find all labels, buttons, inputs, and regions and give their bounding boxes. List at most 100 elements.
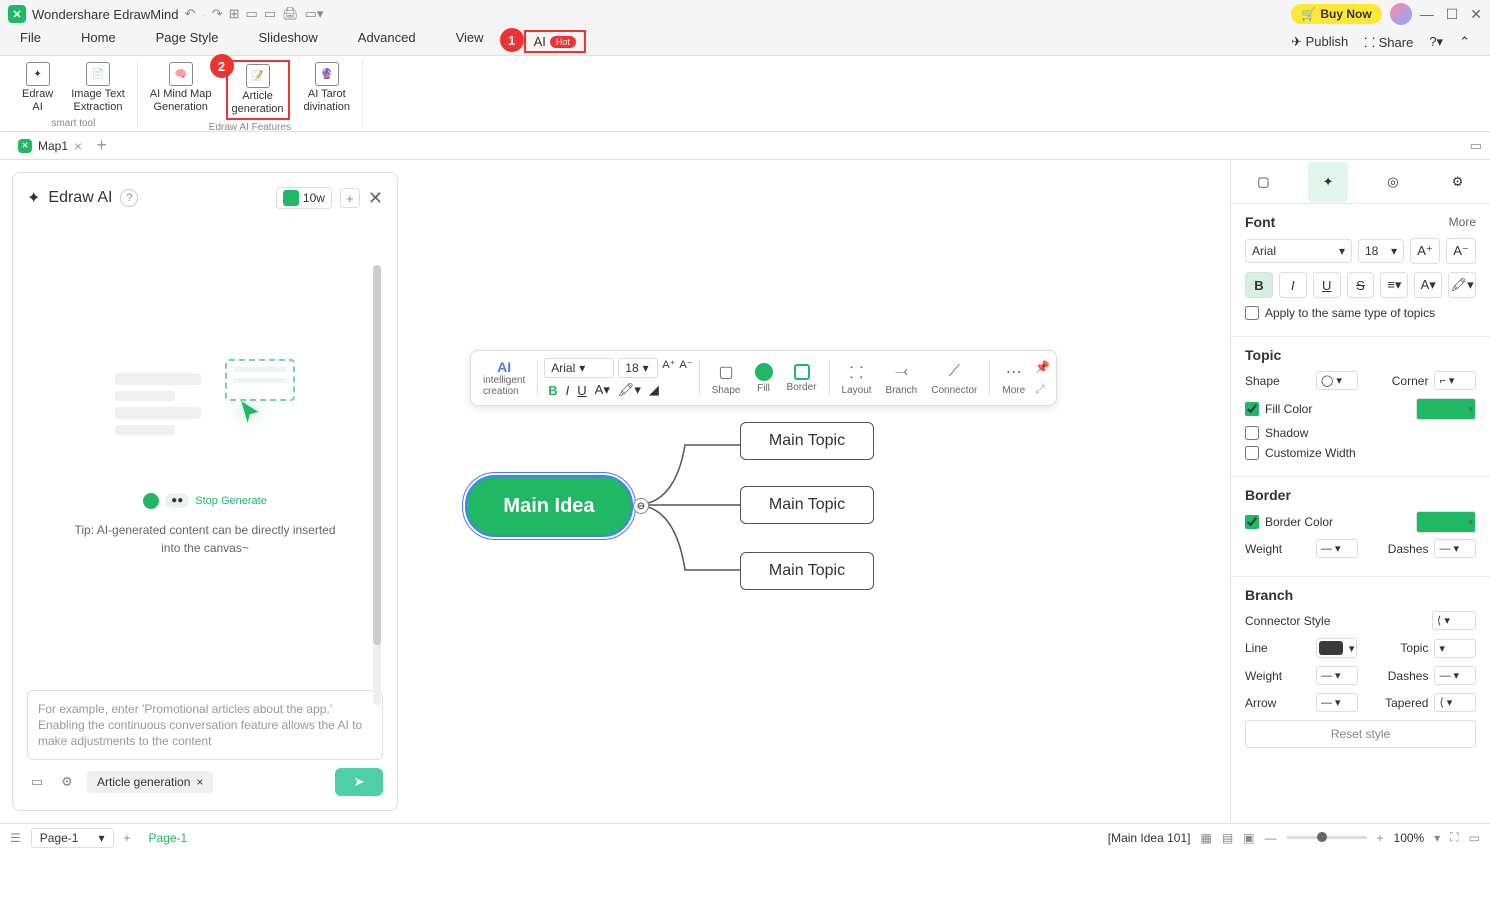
ai-mode-tag[interactable]: Article generation× bbox=[87, 771, 213, 793]
qi2-icon[interactable]: ▭ bbox=[246, 6, 258, 22]
reset-style-button[interactable]: Reset style bbox=[1245, 720, 1476, 748]
ft-size-select[interactable]: 18▾ bbox=[618, 358, 658, 378]
ft-more[interactable]: ⋯More bbox=[996, 359, 1031, 398]
rp-topic-select[interactable]: ▾ bbox=[1434, 639, 1476, 658]
qi5-icon[interactable]: ▭▾ bbox=[305, 6, 324, 22]
rp-font-more[interactable]: More bbox=[1449, 215, 1476, 229]
rp-branch-dashes[interactable]: — ▾ bbox=[1434, 666, 1476, 685]
ft-italic[interactable]: I bbox=[566, 383, 570, 398]
node-topic-3[interactable]: Main Topic bbox=[740, 552, 874, 590]
ft-font-grow[interactable]: A⁺ bbox=[662, 358, 675, 378]
sb-view2-icon[interactable]: ▤ bbox=[1222, 831, 1233, 845]
avatar[interactable] bbox=[1390, 3, 1412, 25]
rp-tab-outline[interactable]: ▢ bbox=[1243, 162, 1283, 202]
send-button[interactable]: ➤ bbox=[335, 768, 383, 796]
ft-fill[interactable]: Fill bbox=[749, 361, 779, 396]
buy-button[interactable]: 🛒 Buy Now bbox=[1291, 4, 1381, 24]
ft-layout[interactable]: ⸬Layout bbox=[836, 359, 878, 398]
ft-font-shrink[interactable]: A⁻ bbox=[679, 358, 692, 378]
zoom-in[interactable]: + bbox=[1377, 831, 1384, 845]
add-tokens-button[interactable]: + bbox=[340, 188, 360, 208]
ft-highlight[interactable]: 🖍▾ bbox=[618, 382, 641, 398]
undo-icon[interactable]: ↶ bbox=[184, 6, 195, 22]
rp-align[interactable]: ≡▾ bbox=[1380, 272, 1408, 298]
help-icon[interactable]: ? bbox=[120, 189, 138, 207]
sb-view1-icon[interactable]: ▦ bbox=[1200, 831, 1211, 845]
ft-intelligent[interactable]: AIintelligent creation bbox=[477, 357, 531, 399]
ribbon-edraw-ai[interactable]: ✦Edraw AI bbox=[18, 60, 57, 116]
rp-shadow[interactable]: Shadow bbox=[1245, 426, 1476, 440]
ribbon-ai-mindmap[interactable]: 🧠AI Mind Map Generation bbox=[146, 60, 216, 120]
rp-tapered[interactable]: ⟨ ▾ bbox=[1434, 693, 1476, 712]
token-badge[interactable]: 10w bbox=[276, 187, 332, 209]
menu-page-style[interactable]: Page Style bbox=[156, 30, 219, 53]
rp-apply-same[interactable]: Apply to the same type of topics bbox=[1245, 306, 1476, 320]
share-button[interactable]: ⸬ Share bbox=[1364, 33, 1413, 51]
rp-custom-width[interactable]: Customize Width bbox=[1245, 446, 1476, 460]
scrollbar[interactable] bbox=[373, 265, 381, 705]
rp-font-color[interactable]: A▾ bbox=[1414, 272, 1442, 298]
rp-font-size[interactable]: 18▾ bbox=[1358, 239, 1404, 263]
rp-conn-style[interactable]: ⟨ ▾ bbox=[1432, 611, 1476, 630]
rp-corner-select[interactable]: ⌐ ▾ bbox=[1434, 371, 1476, 390]
ribbon-tarot[interactable]: 🔮AI Tarot divination bbox=[300, 60, 354, 120]
close-icon[interactable]: ✕ bbox=[1470, 6, 1482, 23]
tab-close-icon[interactable]: × bbox=[74, 138, 82, 154]
insert-icon[interactable]: ▭ bbox=[27, 772, 47, 792]
rp-border-dashes[interactable]: — ▾ bbox=[1434, 539, 1476, 558]
rp-font-shrink[interactable]: A⁻ bbox=[1446, 238, 1476, 264]
ft-pin-icon[interactable]: 📌 bbox=[1035, 360, 1050, 374]
ft-font-color[interactable]: A▾ bbox=[595, 382, 610, 398]
rp-tab-tag[interactable]: ◎ bbox=[1373, 162, 1413, 202]
qi4-icon[interactable]: 🖨 bbox=[282, 6, 299, 22]
rp-font-grow[interactable]: A⁺ bbox=[1410, 238, 1440, 264]
ft-underline[interactable]: U bbox=[577, 383, 586, 398]
rp-branch-weight[interactable]: — ▾ bbox=[1316, 666, 1358, 685]
rp-arrow[interactable]: — ▾ bbox=[1316, 693, 1358, 712]
sidebar-toggle-icon[interactable]: ▭ bbox=[1470, 138, 1482, 154]
tab-add-icon[interactable]: + bbox=[96, 135, 107, 156]
help-icon[interactable]: ?▾ bbox=[1429, 34, 1443, 50]
sb-page-tab[interactable]: Page-1 bbox=[141, 829, 196, 847]
menu-file[interactable]: File bbox=[20, 30, 41, 53]
menu-home[interactable]: Home bbox=[81, 30, 116, 53]
zoom-slider[interactable] bbox=[1287, 836, 1367, 839]
rp-fill-color[interactable]: Fill Color bbox=[1245, 398, 1476, 420]
sb-page-select[interactable]: Page-1▾ bbox=[31, 828, 114, 848]
menu-advanced[interactable]: Advanced bbox=[358, 30, 416, 53]
ft-shape[interactable]: ▢Shape bbox=[706, 359, 747, 398]
node-topic-1[interactable]: Main Topic bbox=[740, 422, 874, 460]
ft-clear[interactable]: ◢ bbox=[649, 382, 659, 398]
ft-bold[interactable]: B bbox=[548, 383, 557, 398]
tab-map1[interactable]: ✕ Map1 × bbox=[8, 134, 92, 158]
close-panel-icon[interactable]: ✕ bbox=[368, 188, 383, 209]
rp-strike[interactable]: S bbox=[1347, 272, 1375, 298]
settings-icon[interactable]: ⚙ bbox=[57, 772, 77, 792]
collapse-icon[interactable]: ⌃ bbox=[1459, 34, 1470, 50]
qi3-icon[interactable]: ▭ bbox=[264, 6, 276, 22]
fit-icon[interactable]: ▭ bbox=[1469, 831, 1480, 845]
ai-input[interactable]: For example, enter 'Promotional articles… bbox=[27, 690, 383, 760]
node-topic-2[interactable]: Main Topic bbox=[740, 486, 874, 524]
qi1-icon[interactable]: ⊞ bbox=[229, 6, 240, 22]
rp-italic[interactable]: I bbox=[1279, 272, 1307, 298]
canvas[interactable]: AIintelligent creation Arial▾ 18▾ A⁺ A⁻ … bbox=[410, 160, 1230, 823]
redo-icon[interactable]: ↷ bbox=[212, 6, 223, 22]
ft-expand-icon[interactable]: ⤢ bbox=[1035, 382, 1050, 397]
rp-highlight[interactable]: 🖍▾ bbox=[1448, 272, 1476, 298]
fullscreen-icon[interactable]: ⛶ bbox=[1450, 830, 1458, 845]
minimize-icon[interactable]: — bbox=[1420, 6, 1434, 23]
zoom-out[interactable]: — bbox=[1265, 831, 1277, 845]
menu-slideshow[interactable]: Slideshow bbox=[259, 30, 318, 53]
rp-tab-settings[interactable]: ⚙ bbox=[1438, 162, 1478, 202]
sb-add-page[interactable]: + bbox=[124, 831, 131, 845]
maximize-icon[interactable]: ☐ bbox=[1446, 6, 1459, 23]
rp-font-family[interactable]: Arial▾ bbox=[1245, 239, 1352, 263]
ft-font-select[interactable]: Arial▾ bbox=[544, 358, 614, 378]
menu-view[interactable]: View bbox=[456, 30, 484, 53]
rp-tab-style[interactable]: ✦ bbox=[1308, 162, 1348, 202]
rp-border-color[interactable]: Border Color bbox=[1245, 511, 1476, 533]
sb-outline-icon[interactable]: ☰ bbox=[10, 831, 21, 845]
ft-branch[interactable]: ⤙Branch bbox=[880, 359, 924, 398]
ribbon-article-gen[interactable]: 2 📝Article generation bbox=[226, 60, 290, 120]
